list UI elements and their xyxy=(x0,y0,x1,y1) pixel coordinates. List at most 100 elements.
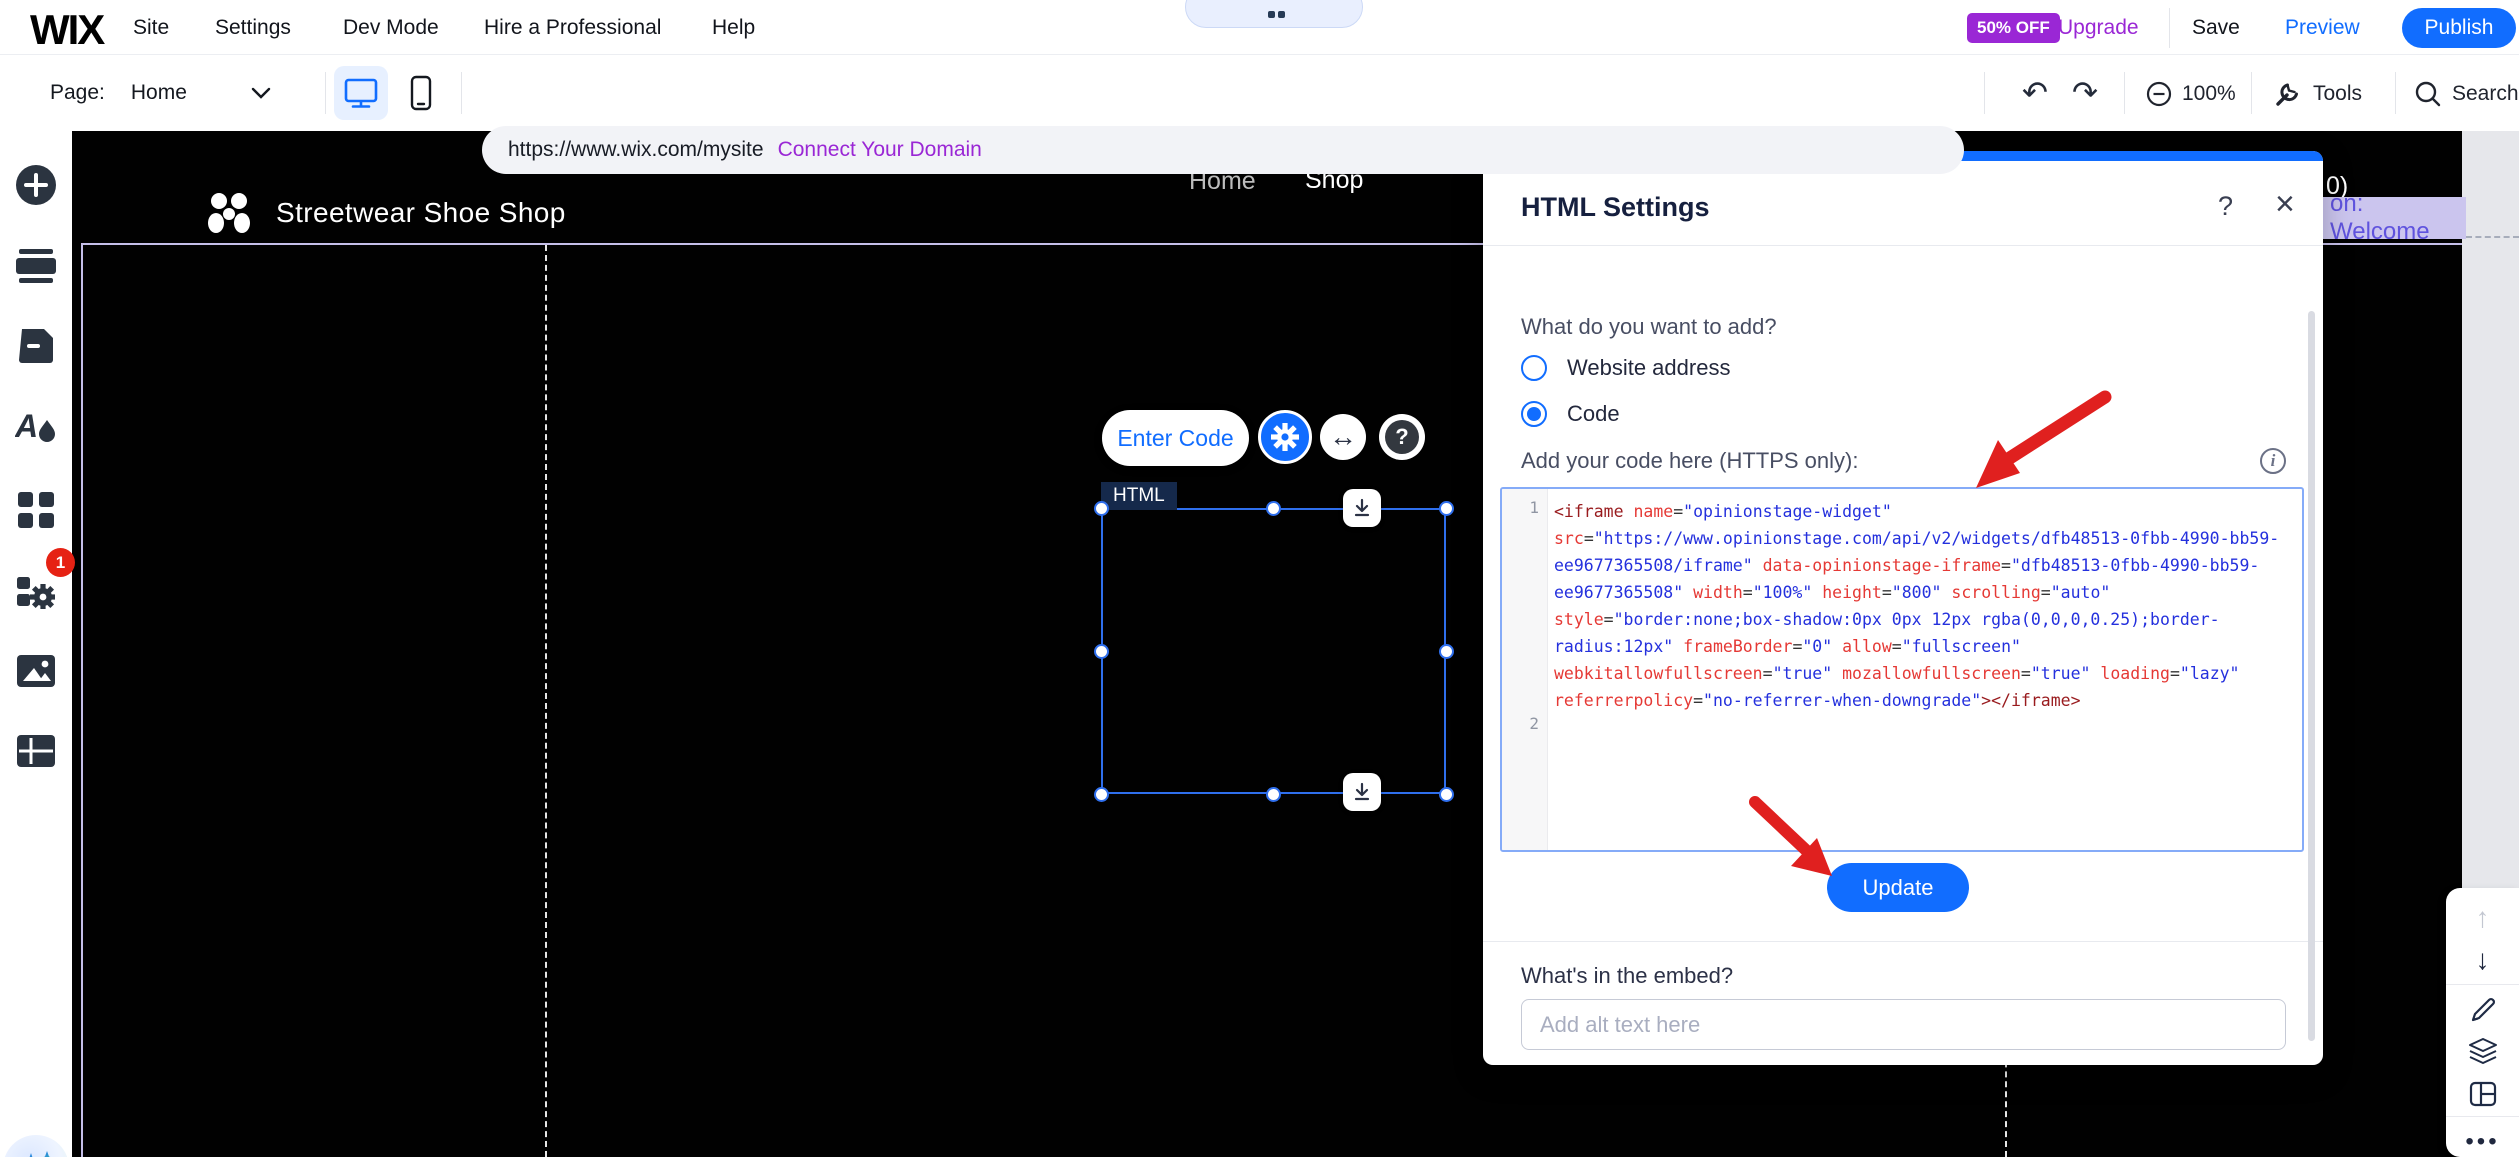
horizontal-arrows-icon: ↔ xyxy=(1329,421,1357,453)
radio-label: Code xyxy=(1567,401,1620,427)
element-help-button[interactable]: ? xyxy=(1379,414,1425,460)
sidebar-item-add-section[interactable] xyxy=(0,238,72,294)
layers-icon xyxy=(2468,1038,2498,1066)
notification-badge: 1 xyxy=(46,548,75,577)
desktop-view-button[interactable] xyxy=(334,66,388,120)
preview-button[interactable]: Preview xyxy=(2285,0,2360,55)
section-name-badge[interactable]: on: Welcome xyxy=(2308,197,2466,239)
tooltip-glyph xyxy=(1278,11,1285,18)
resize-handle-w[interactable] xyxy=(1094,644,1109,659)
grid-guide-left xyxy=(545,245,547,1157)
layout-button[interactable] xyxy=(2446,1074,2519,1114)
line-number: 2 xyxy=(1529,714,1539,733)
undo-button[interactable]: ↶ xyxy=(2016,74,2054,112)
panel-scrollbar[interactable] xyxy=(2308,311,2315,1041)
menu-site[interactable]: Site xyxy=(133,0,169,55)
resize-handle-n[interactable] xyxy=(1266,501,1281,516)
connect-domain-link[interactable]: Connect Your Domain xyxy=(778,138,982,162)
close-icon[interactable]: × xyxy=(2275,185,2295,224)
sidebar-item-site-design[interactable]: A xyxy=(0,398,72,454)
edit-button[interactable] xyxy=(2446,990,2519,1030)
move-up-button[interactable]: ↑ xyxy=(2446,898,2519,938)
info-icon[interactable]: i xyxy=(2260,448,2286,474)
element-type-label: HTML xyxy=(1101,482,1177,510)
svg-text:A: A xyxy=(15,408,38,444)
ai-sparkles-icon xyxy=(15,1147,57,1157)
element-settings-button[interactable] xyxy=(1258,410,1312,464)
site-url-bar[interactable]: https://www.wix.com/mysite Connect Your … xyxy=(482,126,1964,174)
question-mark-icon: ? xyxy=(1385,420,1419,454)
selected-html-embed[interactable] xyxy=(1101,508,1446,794)
sidebar-item-app-market[interactable] xyxy=(0,482,72,538)
wix-editor: WIX Site Settings Dev Mode Hire a Profes… xyxy=(0,0,2519,1157)
resize-handle-s[interactable] xyxy=(1266,787,1281,802)
resize-handle-ne[interactable] xyxy=(1439,501,1454,516)
sidebar-item-installed-apps[interactable]: 1 xyxy=(0,562,72,618)
move-down-button[interactable]: ↓ xyxy=(2446,940,2519,980)
radio-unselected-icon[interactable] xyxy=(1521,355,1547,381)
wix-logo[interactable]: WIX xyxy=(30,6,103,54)
alt-text-input[interactable] xyxy=(1521,999,2286,1050)
radio-selected-icon[interactable] xyxy=(1521,401,1547,427)
radio-website-address[interactable]: Website address xyxy=(1521,355,1730,381)
gear-icon xyxy=(1270,422,1300,452)
toolbar-divider xyxy=(1984,72,1985,114)
resize-handle-se[interactable] xyxy=(1439,787,1454,802)
site-title[interactable]: Streetwear Shoe Shop xyxy=(276,197,566,229)
site-logo[interactable] xyxy=(206,192,252,241)
right-quick-toolbar: ↑ ↓ ••• xyxy=(2446,888,2519,1157)
code-content[interactable]: <iframe name="opinionstage-widget"src="h… xyxy=(1554,498,2298,714)
more-options-button[interactable]: ••• xyxy=(2446,1122,2519,1157)
search-button[interactable] xyxy=(2414,80,2442,108)
search-label[interactable]: Search xyxy=(2452,82,2519,106)
stretch-handle-top[interactable] xyxy=(1343,489,1381,527)
resize-handle-nw[interactable] xyxy=(1094,501,1109,516)
ai-assistant-button[interactable] xyxy=(3,1135,69,1157)
panel-help-button[interactable]: ? xyxy=(2218,191,2233,222)
media-icon xyxy=(17,655,55,687)
menu-hire-a-professional[interactable]: Hire a Professional xyxy=(484,0,661,55)
stretch-element-button[interactable]: ↔ xyxy=(1320,414,1366,460)
sidebar-item-content-manager[interactable] xyxy=(0,723,72,779)
menu-dev-mode[interactable]: Dev Mode xyxy=(343,0,439,55)
menu-help[interactable]: Help xyxy=(712,0,755,55)
save-button[interactable]: Save xyxy=(2192,0,2240,55)
editor-toolbar: Page: Home https://www.wix.com/mysite Co… xyxy=(0,56,2519,130)
stretch-icon xyxy=(1352,498,1372,518)
shop-logo-icon xyxy=(206,192,252,236)
sections-icon xyxy=(16,249,56,283)
enter-code-button[interactable]: Enter Code xyxy=(1102,410,1249,466)
sidebar-item-pages[interactable] xyxy=(0,318,72,374)
tools-button[interactable] xyxy=(2274,80,2302,108)
stretch-handle-bottom[interactable] xyxy=(1343,773,1381,811)
layers-button[interactable] xyxy=(2446,1032,2519,1072)
menu-settings[interactable]: Settings xyxy=(215,0,291,55)
toolbar-divider xyxy=(2251,72,2252,114)
page-value: Home xyxy=(131,81,187,105)
left-sidebar: A xyxy=(0,130,72,1157)
update-button[interactable]: Update xyxy=(1827,863,1969,912)
radio-code[interactable]: Code xyxy=(1521,401,1620,427)
publish-button[interactable]: Publish xyxy=(2402,8,2516,48)
panel-divider xyxy=(1483,245,2323,246)
sidebar-item-media[interactable] xyxy=(0,643,72,699)
mobile-view-button[interactable] xyxy=(394,66,448,120)
toolbar-divider xyxy=(325,72,326,114)
add-icon xyxy=(14,163,58,207)
zoom-out-button[interactable] xyxy=(2146,81,2172,107)
add-type-question: What do you want to add? xyxy=(1521,314,1777,340)
installed-apps-icon xyxy=(17,571,55,609)
page-selector[interactable]: Page: Home xyxy=(50,56,271,130)
zoom-out-icon xyxy=(2146,81,2172,107)
code-editor[interactable]: 1 2 <iframe name="opinionstage-widget"sr… xyxy=(1500,487,2304,852)
tooltip-glyph xyxy=(1268,11,1275,18)
sidebar-item-add-elements[interactable] xyxy=(0,157,72,213)
panel-title: HTML Settings xyxy=(1521,192,1710,223)
redo-button[interactable]: ↷ xyxy=(2066,74,2104,112)
tools-label[interactable]: Tools xyxy=(2313,82,2362,106)
layout-icon xyxy=(2469,1081,2497,1107)
wrench-icon xyxy=(2274,80,2302,108)
upgrade-button[interactable]: Upgrade xyxy=(2058,0,2139,55)
resize-handle-e[interactable] xyxy=(1439,644,1454,659)
resize-handle-sw[interactable] xyxy=(1094,787,1109,802)
